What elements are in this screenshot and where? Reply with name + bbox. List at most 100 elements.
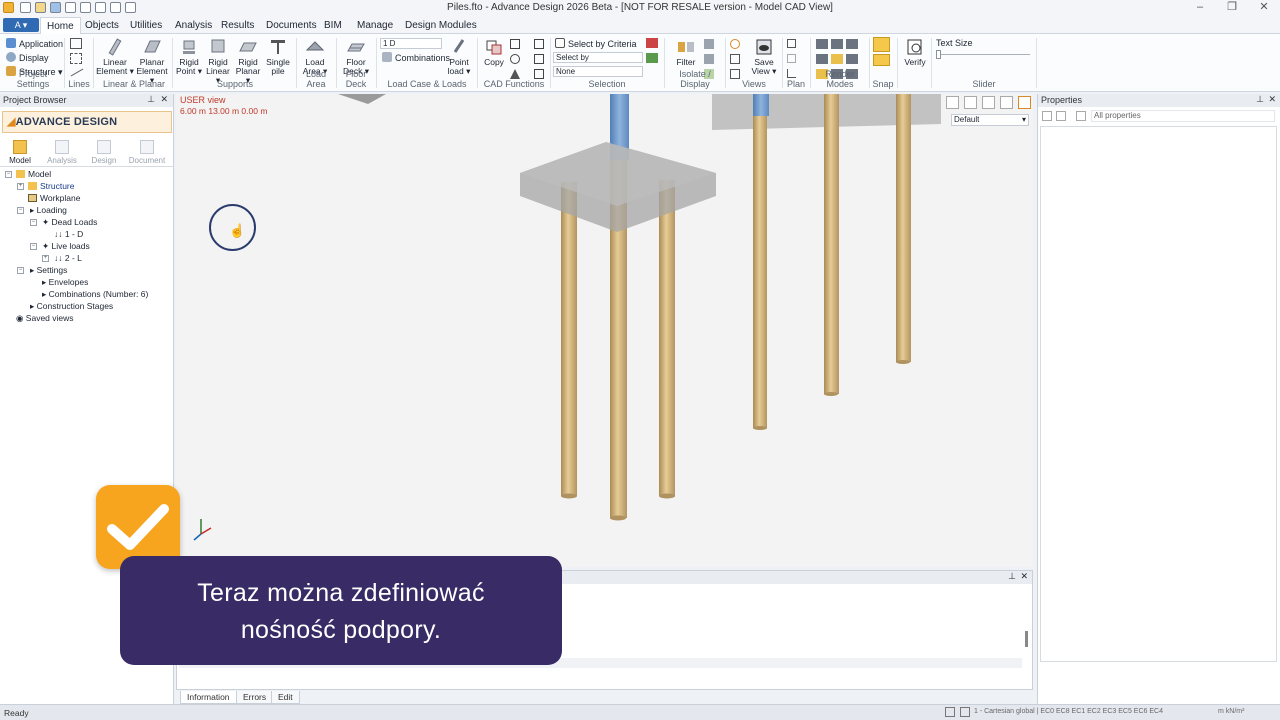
- plan-grid-icon[interactable]: [787, 39, 796, 48]
- pin-icon[interactable]: ⊥: [1008, 571, 1016, 582]
- tree-item-saved-views[interactable]: ◉ Saved views: [16, 313, 74, 324]
- selection-add-icon[interactable]: [646, 53, 658, 63]
- filter-button[interactable]: Filter: [673, 38, 699, 67]
- tab-design-modules[interactable]: Design Modules: [405, 20, 477, 31]
- pin-icon[interactable]: ⊥: [1256, 94, 1264, 105]
- plan-level-icon[interactable]: [787, 54, 796, 63]
- sort-icon[interactable]: [1042, 111, 1052, 121]
- tab-manage[interactable]: Manage: [357, 20, 393, 31]
- hide-icon[interactable]: [704, 54, 714, 64]
- collapse-icon[interactable]: −: [17, 267, 24, 274]
- tree-item-settings[interactable]: ▸ Settings: [30, 265, 67, 276]
- group-icon[interactable]: [1056, 111, 1066, 121]
- text-size-slider[interactable]: [938, 54, 1030, 55]
- minimize-icon[interactable]: –: [1190, 1, 1210, 15]
- trim-icon[interactable]: [534, 54, 544, 64]
- snap-magnet-icon[interactable]: [873, 37, 890, 52]
- rotate-icon[interactable]: [510, 54, 520, 64]
- collapse-icon[interactable]: −: [17, 207, 24, 214]
- isolate-icon[interactable]: [704, 39, 714, 49]
- view-top-icon[interactable]: [730, 69, 740, 79]
- selection-tool-icon[interactable]: [646, 38, 658, 48]
- tab-documents[interactable]: Documents: [266, 20, 317, 31]
- tab-model[interactable]: Model: [0, 140, 40, 165]
- close-panel-icon[interactable]: ✕: [160, 94, 168, 105]
- select-by-criteria-button[interactable]: Select by Criteria: [555, 38, 637, 49]
- application-menu-button[interactable]: A ▾: [3, 18, 39, 32]
- tab-utilities[interactable]: Utilities: [130, 20, 162, 31]
- select-by-dropdown[interactable]: Select by: [553, 52, 643, 63]
- tree-item-combinations[interactable]: ▸ Combinations (Number: 6): [42, 289, 148, 300]
- tree-item-model[interactable]: Model: [16, 169, 51, 179]
- tree-item-structure[interactable]: Structure: [28, 181, 75, 191]
- tab-bim[interactable]: BIM: [324, 20, 342, 31]
- rigid-point-button[interactable]: Rigid Point ▾: [175, 38, 203, 76]
- tab-results[interactable]: Results: [221, 20, 254, 31]
- application-button[interactable]: Application: [6, 38, 63, 49]
- tree-item-envelopes[interactable]: ▸ Envelopes: [42, 277, 88, 288]
- render-wireframe-icon[interactable]: [816, 39, 858, 49]
- tab-design[interactable]: Design: [84, 140, 124, 165]
- tab-analysis[interactable]: Analysis: [175, 20, 212, 31]
- collapse-icon[interactable]: −: [5, 171, 12, 178]
- scrollbar-thumb[interactable]: [1025, 631, 1028, 647]
- tree-item-case-1[interactable]: ↓↓ 1 - D: [54, 229, 83, 239]
- cad-viewport[interactable]: USER view 6.00 m 13.00 m 0.00 m Default …: [176, 94, 1033, 567]
- filter-properties-icon[interactable]: [1076, 111, 1086, 121]
- save-view-button[interactable]: Save View ▾: [751, 38, 777, 76]
- tree-item-case-2[interactable]: ↓↓ 2 - L: [54, 253, 82, 263]
- axis-icon[interactable]: [70, 53, 82, 64]
- view-front-icon[interactable]: [730, 54, 740, 64]
- mirror-icon[interactable]: [510, 69, 520, 79]
- selection-filter-dropdown[interactable]: None: [553, 66, 643, 77]
- expand-icon[interactable]: +: [42, 255, 49, 262]
- tab-analysis-browser[interactable]: Analysis: [42, 140, 82, 165]
- collapse-icon[interactable]: −: [30, 243, 37, 250]
- point-load-button[interactable]: Point load ▾: [446, 38, 472, 76]
- pile: [561, 182, 577, 496]
- combinations-button[interactable]: Combinations: [382, 52, 450, 63]
- properties-filter-select[interactable]: All properties: [1091, 110, 1275, 122]
- render-shaded-icon[interactable]: [816, 54, 858, 64]
- tab-objects[interactable]: Objects: [85, 20, 119, 31]
- pin-icon[interactable]: ⊥: [147, 94, 155, 105]
- linear-element-button[interactable]: Linear Element ▾: [96, 38, 134, 76]
- tree-item-loading[interactable]: ▸ Loading: [30, 205, 67, 216]
- grid-icon[interactable]: [70, 38, 82, 49]
- tab-edit[interactable]: Edit: [271, 691, 300, 704]
- snap-settings-icon[interactable]: [873, 54, 890, 66]
- display-button[interactable]: Display: [6, 52, 49, 63]
- tree-item-live-loads[interactable]: ✦ Live loads: [42, 241, 90, 252]
- status-snap-icon[interactable]: [945, 707, 955, 717]
- tab-home[interactable]: Home: [40, 17, 81, 35]
- properties-header: Properties ⊥ ✕: [1038, 94, 1280, 107]
- single-pile-button[interactable]: Single pile: [264, 38, 292, 76]
- restore-icon[interactable]: ❐: [1222, 1, 1242, 15]
- extend-icon[interactable]: [534, 69, 544, 79]
- line-icon[interactable]: [70, 68, 84, 77]
- status-bar: Ready 1 - Cartesian global | EC0 EC8 EC1…: [0, 704, 1280, 720]
- move-icon[interactable]: [510, 39, 520, 49]
- verify-button[interactable]: Verify: [901, 38, 929, 67]
- load-case-select[interactable]: 1 D: [380, 38, 442, 49]
- tab-document[interactable]: Document: [127, 140, 167, 165]
- scale-icon[interactable]: [534, 39, 544, 49]
- copy-button[interactable]: Copy: [481, 38, 507, 67]
- close-panel-icon[interactable]: ✕: [1268, 94, 1276, 105]
- tab-information[interactable]: Information: [180, 691, 237, 704]
- status-grid-icon[interactable]: [960, 707, 970, 717]
- close-icon[interactable]: ✕: [1254, 1, 1274, 15]
- rigid-planar-button[interactable]: Rigid Planar ▾: [233, 38, 263, 85]
- collapse-icon[interactable]: −: [30, 219, 37, 226]
- tree-item-construction-stages[interactable]: ▸ Construction Stages: [30, 301, 113, 312]
- close-panel-icon[interactable]: ✕: [1020, 571, 1028, 582]
- text-size-slider-thumb[interactable]: [936, 50, 941, 59]
- view-orbit-icon[interactable]: [730, 39, 740, 49]
- tree-item-dead-loads[interactable]: ✦ Dead Loads: [42, 217, 97, 228]
- rigid-linear-button[interactable]: Rigid Linear ▾: [204, 38, 232, 85]
- planar-element-button[interactable]: Planar Element ▾: [134, 38, 170, 85]
- tree-item-workplane[interactable]: Workplane: [28, 193, 80, 203]
- plan-axis-icon[interactable]: [787, 69, 796, 78]
- tab-errors[interactable]: Errors: [236, 691, 274, 704]
- expand-icon[interactable]: +: [17, 183, 24, 190]
